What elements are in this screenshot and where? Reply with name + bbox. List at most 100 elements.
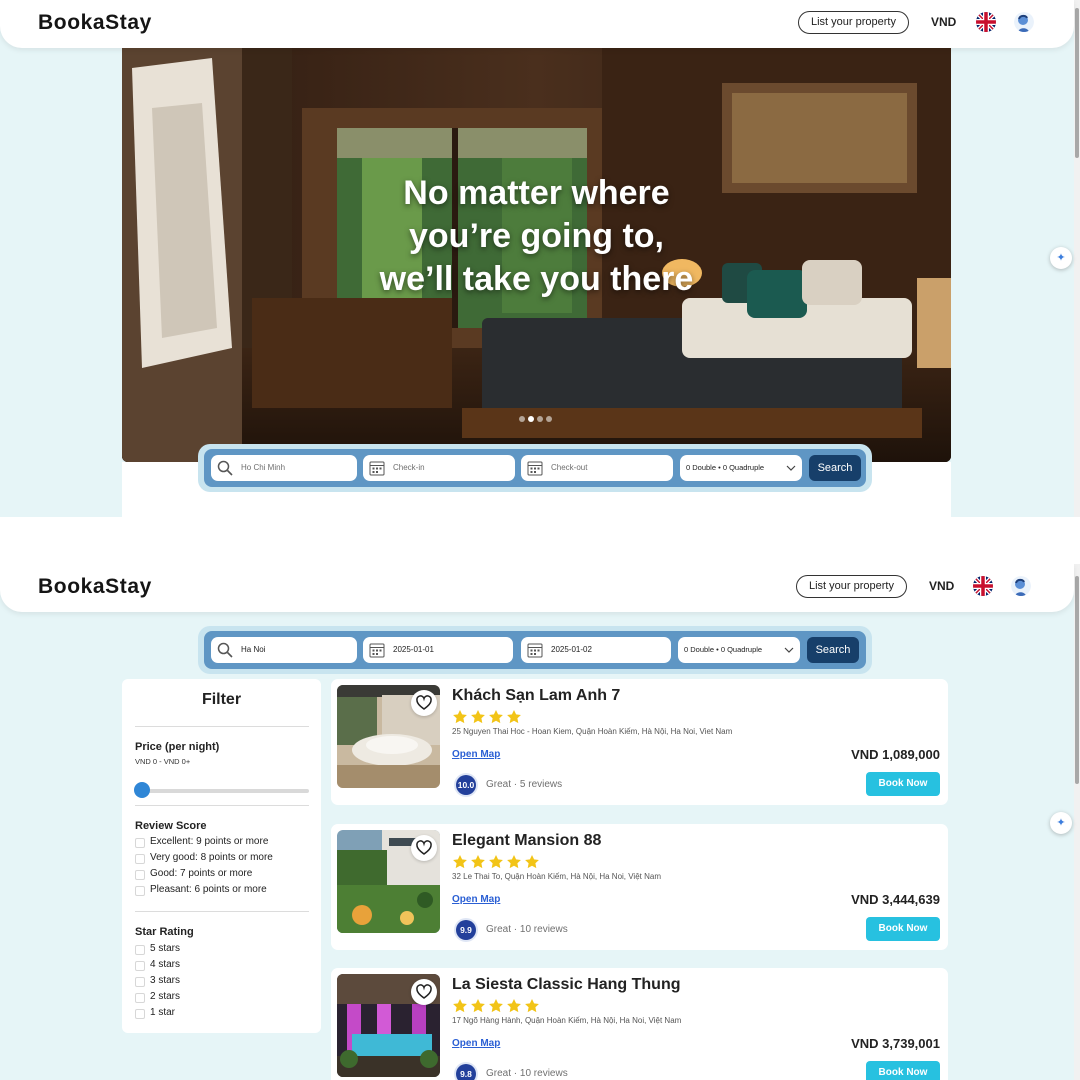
checkin-input[interactable]: 2025-01-01 xyxy=(363,637,513,663)
filter-panel: Filter Price (per night) VND 0 - VND 0+ … xyxy=(122,679,321,1033)
checkbox[interactable] xyxy=(135,993,145,1003)
hotel-price: VND 1,089,000 xyxy=(851,747,940,762)
checkout-input[interactable]: Check-out xyxy=(521,455,673,481)
scrollbar-thumb[interactable] xyxy=(1075,8,1079,158)
user-avatar[interactable] xyxy=(1011,576,1031,596)
favorite-heart-icon[interactable] xyxy=(411,690,437,716)
star-icon xyxy=(489,855,503,869)
hotel-card[interactable]: La Siesta Classic Hang Thung 17 Ngõ Hàng… xyxy=(331,968,948,1080)
hotel-photo[interactable] xyxy=(337,974,440,1077)
list-property-button[interactable]: List your property xyxy=(798,11,909,34)
search-bar-inner: Ho Chi Minh Check-in Check-out 0 Double … xyxy=(204,449,866,487)
book-now-button[interactable]: Book Now xyxy=(866,1061,940,1080)
scrollbar[interactable] xyxy=(1074,0,1080,517)
price-slider-handle[interactable] xyxy=(134,782,150,798)
option-label: 2 stars xyxy=(150,991,181,1002)
carousel-dot[interactable] xyxy=(528,416,534,422)
hotel-card[interactable]: Elegant Mansion 88 32 Le Thai To, Quận H… xyxy=(331,824,948,950)
currency-selector[interactable]: VND xyxy=(931,15,956,29)
calendar-icon xyxy=(527,643,543,658)
star-icon xyxy=(507,999,521,1013)
star-icon xyxy=(507,710,521,724)
calendar-icon xyxy=(369,461,385,476)
checkout-value: 2025-01-02 xyxy=(551,645,592,654)
currency-selector[interactable]: VND xyxy=(929,579,954,593)
star-icon xyxy=(489,710,503,724)
calendar-icon xyxy=(369,643,385,658)
scrollbar-thumb[interactable] xyxy=(1075,576,1079,784)
star-icon xyxy=(453,710,467,724)
checkout-input[interactable]: 2025-01-02 xyxy=(521,637,671,663)
star-icon xyxy=(525,999,539,1013)
review-score-label: Review Score xyxy=(135,820,207,832)
scrollbar[interactable] xyxy=(1074,564,1080,1080)
star-icon xyxy=(453,855,467,869)
hotel-photo[interactable] xyxy=(337,830,440,933)
search-button[interactable]: Search xyxy=(807,637,859,663)
guests-dropdown[interactable]: 0 Double • 0 Quadruple xyxy=(678,637,800,663)
review-summary: Great · 10 reviews xyxy=(486,924,568,935)
chevron-down-icon xyxy=(786,465,796,471)
brand-logo[interactable]: BookaStay xyxy=(38,11,152,35)
hotel-photo[interactable] xyxy=(337,685,440,788)
open-map-link[interactable]: Open Map xyxy=(452,894,500,905)
user-avatar[interactable] xyxy=(1014,12,1034,32)
search-bar: Ho Chi Minh Check-in Check-out 0 Double … xyxy=(198,444,872,492)
search-button[interactable]: Search xyxy=(809,455,861,481)
hotel-name[interactable]: Elegant Mansion 88 xyxy=(452,832,601,850)
star-icon xyxy=(507,855,521,869)
hotel-card[interactable]: Khách Sạn Lam Anh 7 25 Nguyen Thai Hoc -… xyxy=(331,679,948,805)
destination-input[interactable]: Ho Chi Minh xyxy=(211,455,357,481)
brand-logo[interactable]: BookaStay xyxy=(38,575,152,599)
star-icon xyxy=(471,999,485,1013)
favorite-heart-icon[interactable] xyxy=(411,979,437,1005)
results-page: BookaStay List your property VND Ha Noi … xyxy=(0,564,1080,1080)
helper-bubble-icon[interactable]: ✦ xyxy=(1050,247,1072,269)
top-header: BookaStay List your property VND xyxy=(0,0,1074,48)
hero-title: No matter where you’re going to, we’ll t… xyxy=(379,174,694,298)
checkbox[interactable] xyxy=(135,961,145,971)
checkbox[interactable] xyxy=(135,838,145,848)
option-label: 3 stars xyxy=(150,975,181,986)
list-property-button[interactable]: List your property xyxy=(796,575,907,598)
open-map-link[interactable]: Open Map xyxy=(452,749,500,760)
guests-dropdown[interactable]: 0 Double • 0 Quadruple xyxy=(680,455,802,481)
hero-banner: No matter where you’re going to, we’ll t… xyxy=(122,48,951,462)
helper-bubble-icon[interactable]: ✦ xyxy=(1050,812,1072,834)
checkbox[interactable] xyxy=(135,1009,145,1019)
hotel-price: VND 3,739,001 xyxy=(851,1036,940,1051)
top-header: BookaStay List your property VND xyxy=(0,564,1074,612)
hotel-name[interactable]: La Siesta Classic Hang Thung xyxy=(452,976,681,994)
carousel-dot[interactable] xyxy=(546,416,552,422)
destination-input[interactable]: Ha Noi xyxy=(211,637,357,663)
star-icon xyxy=(525,855,539,869)
star-icon xyxy=(471,855,485,869)
uk-flag-icon[interactable] xyxy=(973,576,993,596)
star-icon xyxy=(453,999,467,1013)
star-rating xyxy=(452,998,540,1014)
divider xyxy=(135,911,309,912)
checkbox[interactable] xyxy=(135,977,145,987)
checkbox[interactable] xyxy=(135,854,145,864)
carousel-dot[interactable] xyxy=(519,416,525,422)
checkbox[interactable] xyxy=(135,870,145,880)
checkbox[interactable] xyxy=(135,886,145,896)
search-bar: Ha Noi 2025-01-01 2025-01-02 0 Double • … xyxy=(198,626,872,674)
checkbox[interactable] xyxy=(135,945,145,955)
chevron-down-icon xyxy=(784,647,794,653)
carousel-dot-active[interactable] xyxy=(537,416,543,422)
price-range: VND 0 - VND 0+ xyxy=(135,757,191,766)
hotel-name[interactable]: Khách Sạn Lam Anh 7 xyxy=(452,687,620,705)
option-label: Excellent: 9 points or more xyxy=(150,836,269,847)
star-rating-label: Star Rating xyxy=(135,926,194,938)
checkin-input[interactable]: Check-in xyxy=(363,455,515,481)
option-label: Very good: 8 points or more xyxy=(150,852,273,863)
favorite-heart-icon[interactable] xyxy=(411,835,437,861)
open-map-link[interactable]: Open Map xyxy=(452,1038,500,1049)
book-now-button[interactable]: Book Now xyxy=(866,917,940,941)
book-now-button[interactable]: Book Now xyxy=(866,772,940,796)
checkout-placeholder: Check-out xyxy=(551,463,588,472)
uk-flag-icon[interactable] xyxy=(976,12,996,32)
price-slider-track[interactable] xyxy=(135,789,309,793)
divider xyxy=(135,726,309,727)
